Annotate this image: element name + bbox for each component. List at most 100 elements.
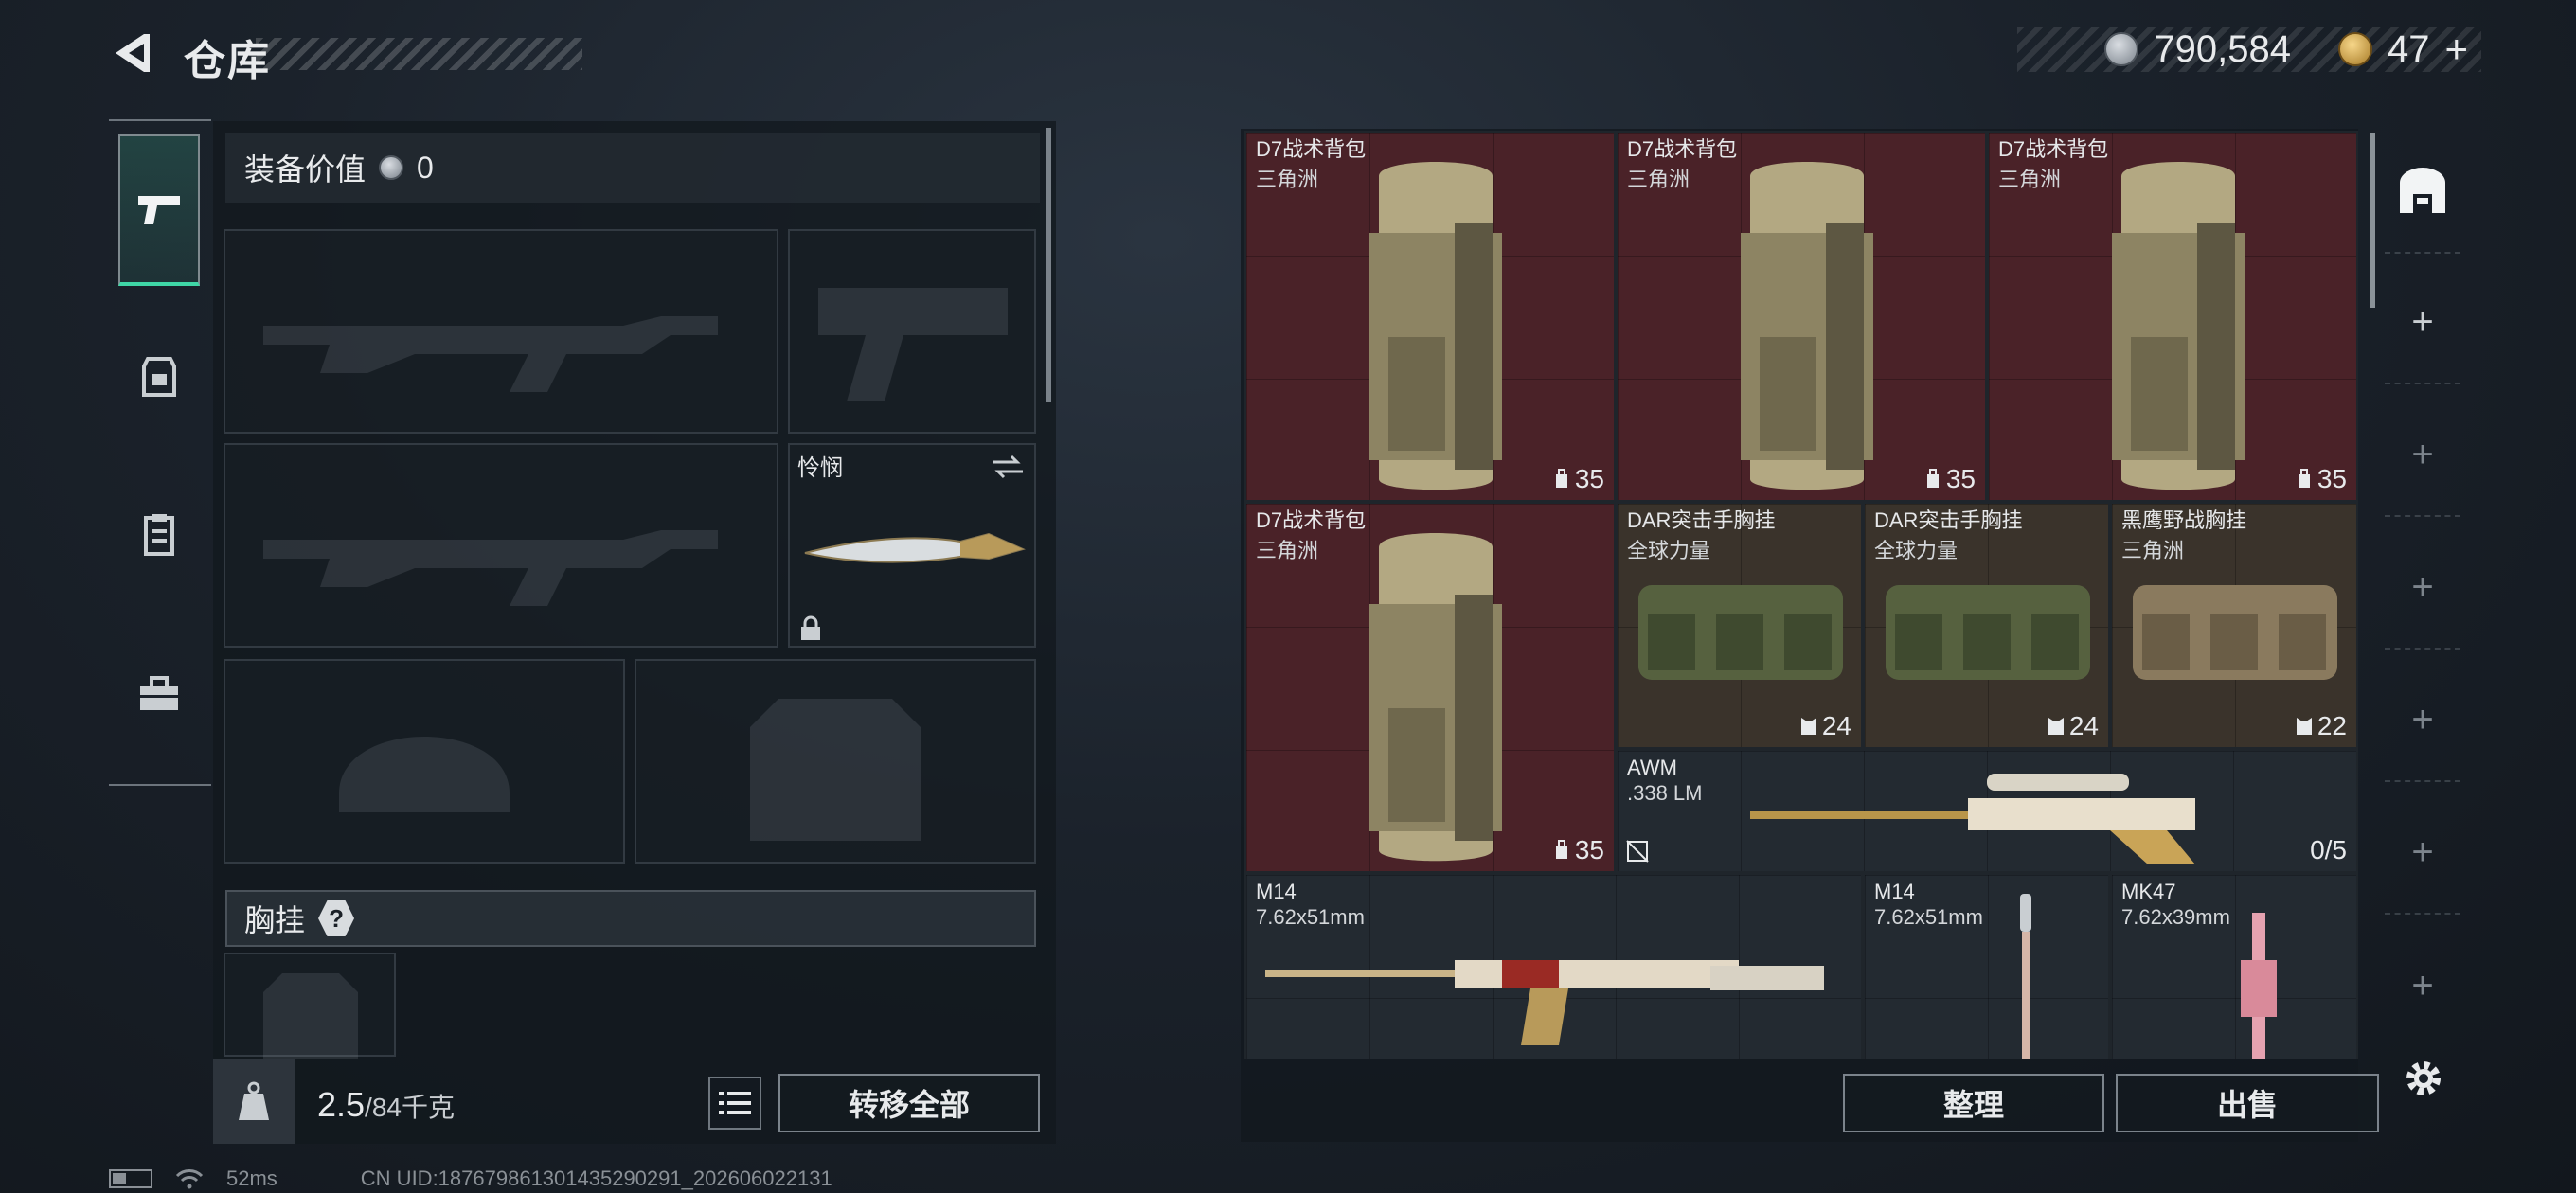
battery-icon — [109, 1169, 152, 1188]
item-subtitle: 三角洲 — [1627, 168, 1690, 191]
add-storage-page-button[interactable]: + — [2385, 792, 2460, 915]
item-stat-value: 35 — [2317, 464, 2347, 493]
add-storage-page-button[interactable]: + — [2385, 924, 2460, 1047]
list-view-button[interactable] — [708, 1077, 761, 1130]
chest-rig-slot[interactable] — [224, 953, 396, 1059]
gold-amount: 47 — [2387, 27, 2430, 70]
item-capacity: 22 — [2295, 711, 2347, 741]
storage-item[interactable]: DAR突击手胸挂 全球力量 24 — [1863, 502, 2110, 749]
add-storage-page-button[interactable]: + — [2385, 261, 2460, 384]
chest-rig-image — [2133, 585, 2337, 680]
silver-coin-icon — [2104, 32, 2139, 66]
storage-item[interactable]: D7战术背包 三角洲 35 — [1987, 131, 2358, 502]
swap-icon[interactable] — [991, 453, 1025, 481]
backpack-capacity-icon — [2298, 469, 2310, 488]
transfer-all-button[interactable]: 转移全部 — [778, 1074, 1040, 1132]
item-subtitle: 三角洲 — [1256, 168, 1319, 191]
backpack-capacity-icon — [1926, 469, 1939, 488]
storage-item[interactable]: D7战术背包 三角洲 35 — [1244, 131, 1616, 502]
equipment-value: 0 — [417, 150, 434, 185]
add-currency-button[interactable]: + — [2444, 27, 2468, 72]
tab-backpack[interactable] — [118, 299, 200, 451]
item-subtitle: 三角洲 — [1256, 539, 1319, 562]
backpack-icon — [142, 357, 176, 397]
item-capacity: 35 — [1552, 464, 1604, 494]
silver-amount: 790,584 — [2154, 27, 2291, 70]
sidearm-slot[interactable] — [788, 229, 1036, 434]
melee-slot[interactable]: 怜悯 — [788, 443, 1036, 648]
silver-coin-icon — [379, 155, 404, 180]
item-subtitle: .338 LM — [1627, 781, 1703, 805]
item-capacity: 24 — [1799, 711, 1852, 741]
armor-slot[interactable] — [635, 659, 1036, 864]
tab-toolbox[interactable] — [118, 619, 200, 771]
backpack-image — [2112, 162, 2245, 490]
wifi-icon — [175, 1169, 204, 1189]
rifle-silhouette-icon — [263, 530, 718, 606]
storage-item[interactable]: AWM .338 LM 0/5 — [1616, 749, 2358, 873]
vest-icon — [144, 514, 174, 556]
item-stat-value: 35 — [1574, 835, 1604, 864]
tab-vest[interactable] — [118, 458, 200, 610]
storage-item[interactable]: 黑鹰野战胸挂 三角洲 22 — [2110, 502, 2358, 749]
item-name: DAR突击手胸挂 — [1627, 508, 1776, 532]
tab-weapons[interactable] — [118, 134, 200, 286]
weight-icon — [239, 1081, 269, 1120]
helmet-silhouette-icon — [339, 737, 510, 812]
vest-capacity-icon — [2048, 718, 2064, 735]
item-subtitle: 三角洲 — [2121, 539, 2185, 562]
item-subtitle: 三角洲 — [1998, 168, 2062, 191]
vest-silhouette-icon — [263, 973, 358, 1059]
chest-rig-image — [1886, 585, 2090, 680]
backpack-image — [1369, 162, 1502, 490]
secondary-weapon-slot[interactable] — [224, 443, 778, 648]
equipment-value-label: 装备价值 — [244, 152, 367, 187]
pistol-silhouette-icon — [818, 288, 1008, 401]
item-ammo-count: 0/5 — [2310, 835, 2347, 864]
storage-page-rail: + + + + + + — [2385, 131, 2460, 1006]
sniper-rifle-image — [1750, 774, 2195, 864]
storage-scrollbar[interactable] — [2370, 133, 2375, 308]
organize-button[interactable]: 整理 — [1843, 1074, 2104, 1132]
storage-page-main[interactable] — [2385, 131, 2460, 254]
item-name: AWM — [1627, 756, 1677, 779]
toolbox-icon — [140, 676, 178, 710]
item-name: D7战术背包 — [1256, 508, 1367, 532]
equipment-scrollbar[interactable] — [1046, 128, 1051, 402]
storage-item[interactable]: MK47 7.62x39mm — [2110, 873, 2358, 1059]
item-stat-value: 24 — [2068, 711, 2099, 740]
help-icon[interactable]: ? — [318, 900, 355, 936]
primary-weapon-slot[interactable] — [224, 229, 778, 434]
no-ammo-icon — [1626, 840, 1649, 863]
page-title: 仓库 — [184, 38, 271, 84]
gold-coin-icon — [2337, 32, 2372, 66]
item-name: D7战术背包 — [1256, 137, 1367, 161]
chest-rig-section-header: 胸挂 ? — [225, 890, 1036, 947]
add-storage-page-button[interactable]: + — [2385, 526, 2460, 650]
weight-icon-box — [213, 1059, 295, 1144]
item-subtitle: 7.62x51mm — [1256, 905, 1365, 929]
storage-item[interactable]: D7战术背包 三角洲 35 — [1244, 502, 1616, 873]
add-storage-page-button[interactable]: + — [2385, 659, 2460, 782]
item-name: MK47 — [2121, 880, 2176, 903]
sell-button[interactable]: 出售 — [2116, 1074, 2379, 1132]
item-capacity: 35 — [1923, 464, 1976, 494]
storage-item[interactable]: M14 7.62x51mm — [1863, 873, 2110, 1059]
uid-text: CN UID:187679861301435290291_20260602213… — [360, 1166, 832, 1190]
lock-icon — [801, 615, 820, 640]
storage-item[interactable]: DAR突击手胸挂 全球力量 24 — [1616, 502, 1863, 749]
rifle-image — [2020, 894, 2031, 1059]
backpack-image — [1741, 162, 1873, 490]
item-stat-value: 24 — [1821, 711, 1852, 740]
helmet-slot[interactable] — [224, 659, 625, 864]
storage-item[interactable]: D7战术背包 三角洲 35 — [1616, 131, 1987, 502]
storage-item[interactable]: M14 7.62x51mm — [1244, 873, 1863, 1059]
item-capacity: 35 — [2295, 464, 2347, 494]
item-stat-value: 22 — [2317, 711, 2347, 740]
rifle-silhouette-icon — [263, 316, 718, 392]
item-subtitle: 全球力量 — [1874, 539, 1959, 562]
settings-gear-icon[interactable] — [2400, 1055, 2447, 1102]
current-weight: 2.5 — [317, 1085, 366, 1124]
add-storage-page-button[interactable]: + — [2385, 394, 2460, 517]
back-arrow-icon[interactable] — [106, 28, 155, 78]
